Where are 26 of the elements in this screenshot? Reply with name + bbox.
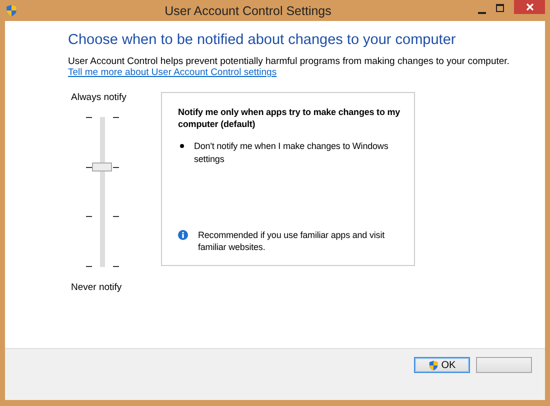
shield-icon xyxy=(428,360,440,370)
ok-button[interactable]: OK xyxy=(414,357,470,373)
slider-bottom-label: Never notify xyxy=(71,282,123,293)
recommendation-text: Recommended if you use familiar apps and visit familiar websites. xyxy=(198,228,386,253)
bullet-text: Don't notify me when I make changes to Windows settings xyxy=(194,140,390,165)
description-text: User Account Control helps prevent potentially harmful programs from making changes to your computer. xyxy=(68,56,510,67)
slider-tick xyxy=(113,266,119,267)
setting-title: Notify me only when apps try to make changes to my computer (default) xyxy=(178,107,402,130)
slider-tick xyxy=(86,117,92,118)
slider-thumb[interactable] xyxy=(92,162,112,172)
maximize-icon[interactable] xyxy=(496,4,504,12)
bullet-icon xyxy=(180,144,184,148)
close-button[interactable] xyxy=(514,0,545,14)
slider-tick xyxy=(113,117,119,118)
learn-more-link[interactable]: Tell me more about User Account Control settings xyxy=(68,67,277,78)
slider-tick xyxy=(113,216,119,218)
info-icon xyxy=(178,230,188,240)
slider-tick xyxy=(86,216,92,218)
slider-tick xyxy=(86,166,92,168)
close-icon xyxy=(526,3,534,11)
page-heading: Choose when to be notified about changes to your computer xyxy=(68,32,457,48)
slider-tick xyxy=(86,266,92,267)
shield-icon xyxy=(5,4,18,17)
slider-top-label: Always notify xyxy=(71,92,128,103)
slider-tick xyxy=(113,166,119,168)
window-title: User Account Control Settings xyxy=(164,4,332,18)
